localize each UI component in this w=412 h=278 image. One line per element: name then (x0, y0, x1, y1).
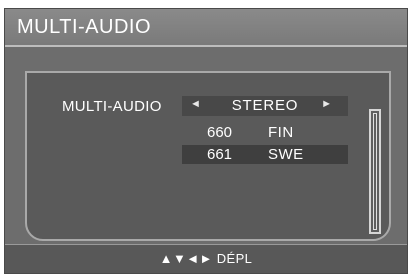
list-item-selected[interactable]: 661 SWE (182, 145, 348, 164)
settings-panel: MULTI-AUDIO ◄ STEREO ► 660 FIN 661 SWE (25, 71, 391, 241)
title-bar: MULTI-AUDIO (5, 9, 407, 47)
arrow-right-icon[interactable]: ► (321, 98, 332, 110)
channel-number: 660 (207, 124, 233, 141)
osd-window: MULTI-AUDIO MULTI-AUDIO ◄ STEREO ► 660 F… (4, 8, 408, 274)
scrollbar[interactable] (369, 109, 381, 234)
navigation-bar: ▲▼◄► DÉPL (5, 244, 407, 273)
list-item[interactable]: 660 FIN (182, 123, 348, 142)
multi-audio-label: MULTI-AUDIO (62, 98, 162, 115)
page-title: MULTI-AUDIO (17, 16, 152, 38)
channel-number: 661 (207, 146, 233, 163)
language-code: FIN (268, 124, 294, 141)
multi-audio-selector[interactable]: ◄ STEREO ► (182, 96, 348, 116)
scrollbar-thumb[interactable] (373, 113, 377, 230)
language-code: SWE (268, 146, 304, 163)
navigation-hint: ▲▼◄► DÉPL (159, 251, 253, 266)
